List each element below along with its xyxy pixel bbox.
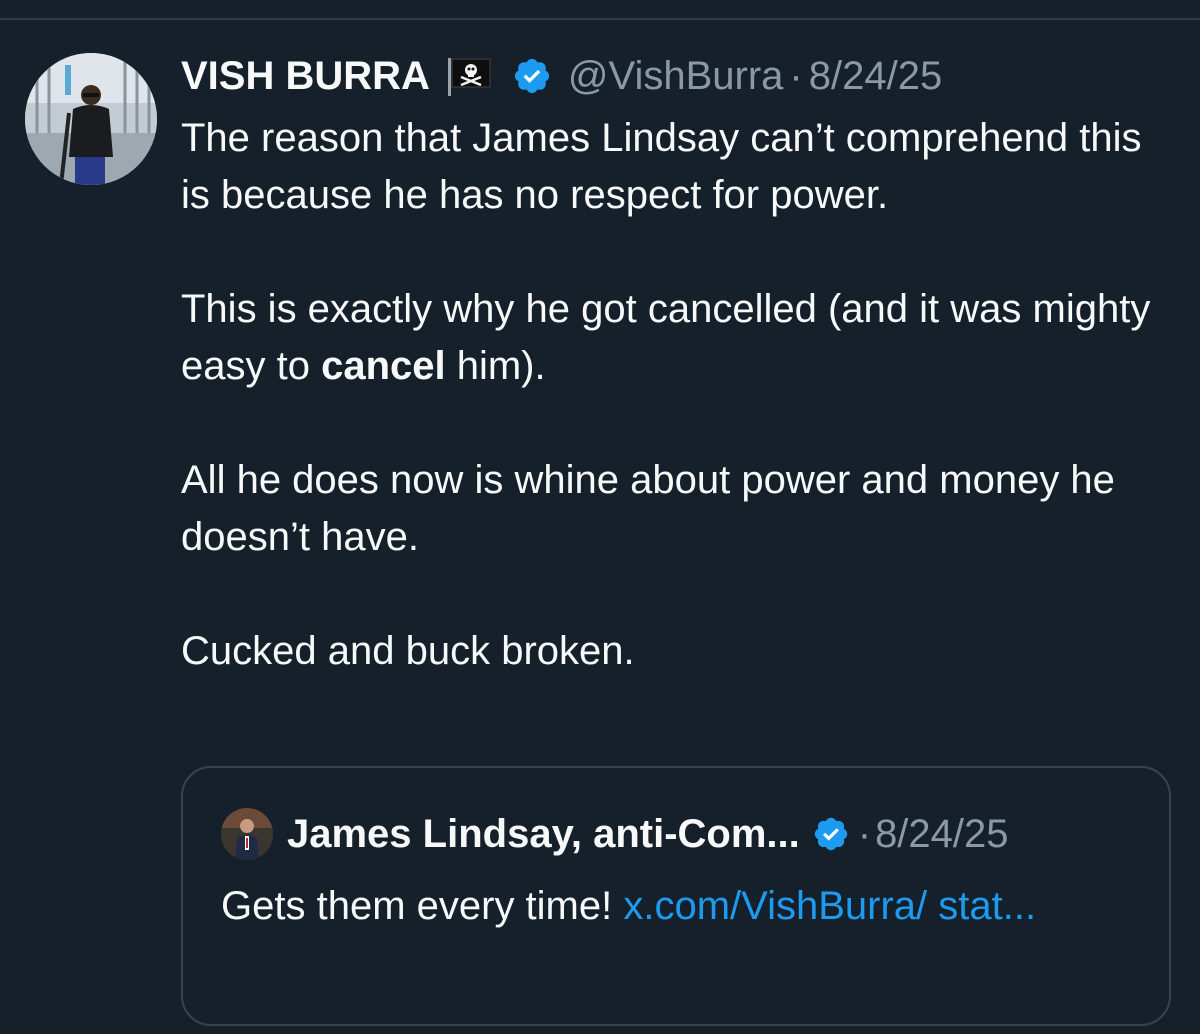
- verified-badge-icon: [812, 815, 850, 853]
- tweet-paragraph: All he does now is whine about power and…: [181, 458, 1115, 559]
- separator-dot: ·: [789, 53, 803, 98]
- quoted-tweet-card[interactable]: James Lindsay, anti-Com... · 8/24/25 Get…: [181, 766, 1171, 1026]
- quoted-tweet-date[interactable]: 8/24/25: [875, 812, 1008, 857]
- quoted-tweet-header: James Lindsay, anti-Com... · 8/24/25: [221, 806, 1009, 862]
- author-handle[interactable]: @VishBurra: [568, 54, 784, 99]
- quoted-author-display-name[interactable]: James Lindsay, anti-Com...: [287, 812, 800, 857]
- quoted-tweet-body: Gets them every time! x.com/VishBurra/ s…: [221, 878, 1121, 935]
- verified-badge-icon[interactable]: [512, 56, 552, 96]
- quoted-tweet-link[interactable]: x.com/VishBurra/ stat...: [623, 884, 1036, 928]
- tweet-header: VISH BURRA @VishBurra · 8/24/25: [181, 48, 942, 104]
- author-avatar[interactable]: [25, 53, 157, 185]
- tweet-paragraph: The reason that James Lindsay can’t comp…: [181, 116, 1142, 217]
- quoted-tweet-text: Gets them every time!: [221, 884, 624, 928]
- quoted-author-avatar: [221, 808, 273, 860]
- pirate-flag-icon: [444, 56, 492, 96]
- separator-dot: ·: [857, 811, 872, 856]
- tweet-paragraph: This is exactly why he got cancelled (an…: [181, 281, 1171, 395]
- top-divider: [0, 18, 1200, 20]
- tweet-body: The reason that James Lindsay can’t comp…: [181, 110, 1171, 680]
- tweet-text-segment: him).: [445, 344, 546, 388]
- author-display-name[interactable]: VISH BURRA: [181, 54, 430, 99]
- tweet-date[interactable]: 8/24/25: [809, 54, 942, 99]
- tweet-bold-text: cancel: [321, 344, 446, 388]
- tweet-paragraph: Cucked and buck broken.: [181, 629, 635, 673]
